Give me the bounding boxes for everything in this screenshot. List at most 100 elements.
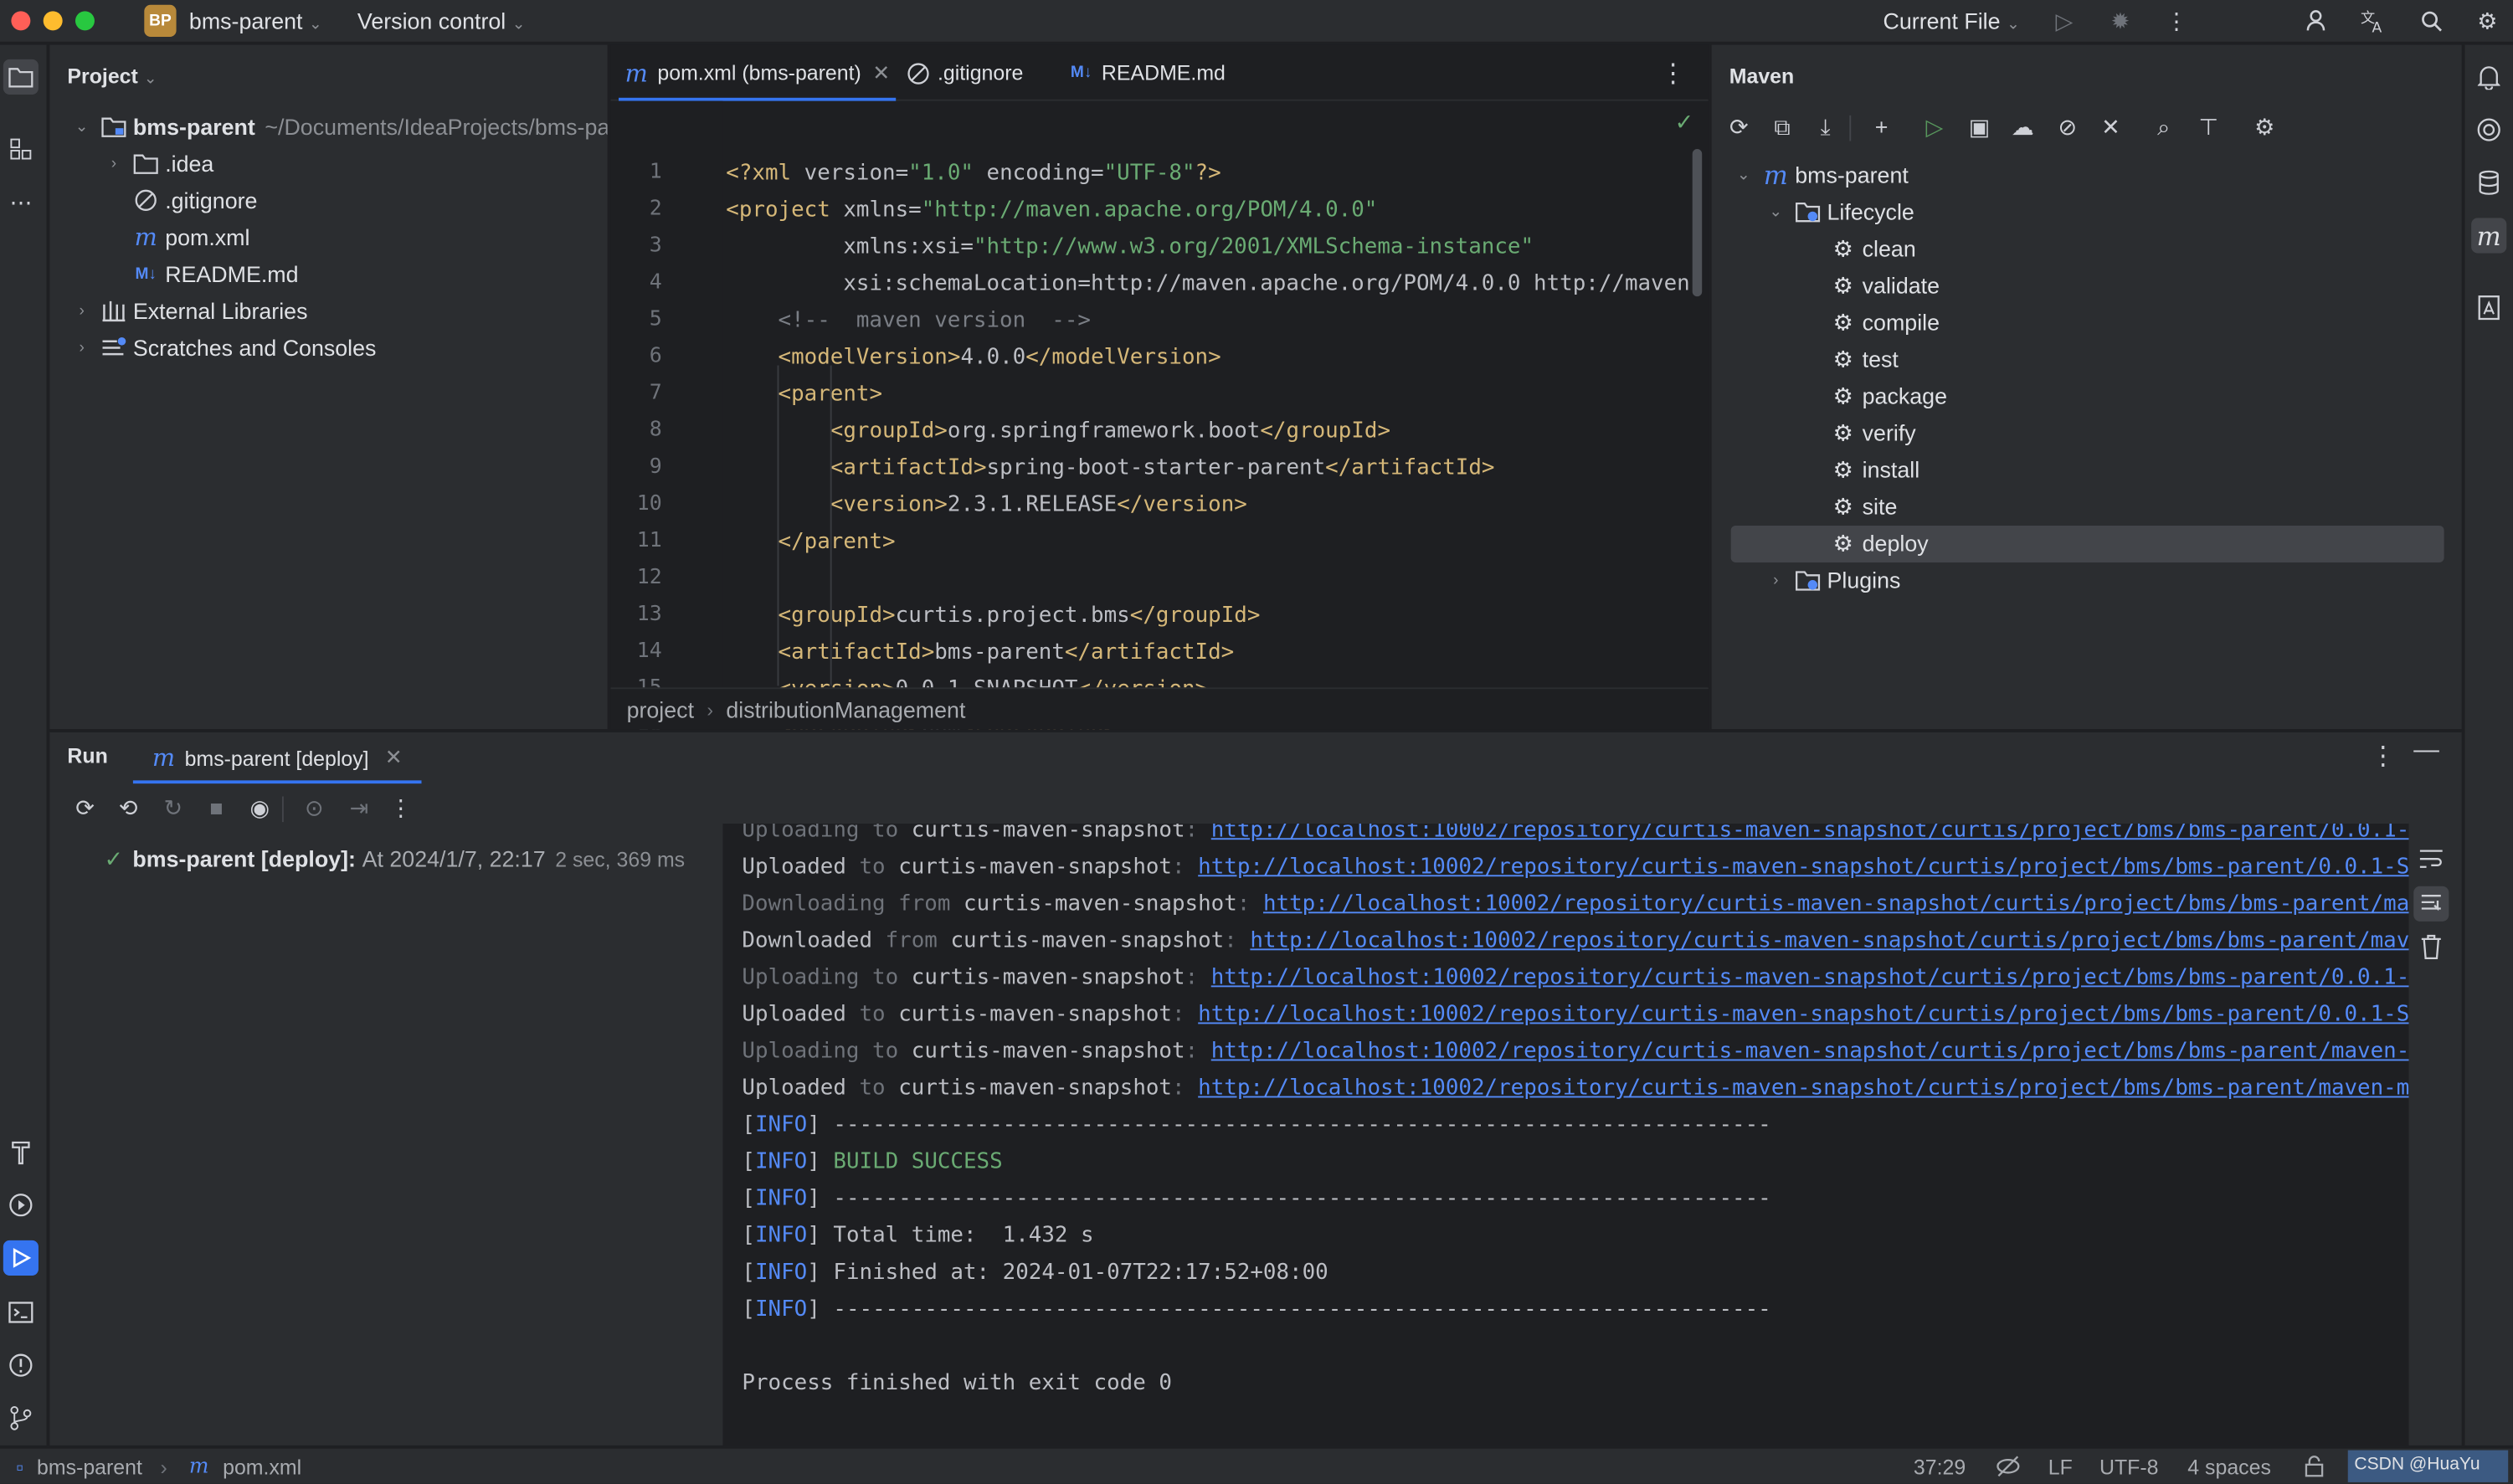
repository-link[interactable]: http://localhost:10002/repository/curtis…: [1250, 927, 2408, 953]
tree-item-pom-xml[interactable]: m pom.xml: [133, 219, 250, 254]
tree-item-idea[interactable]: › .idea: [104, 146, 214, 181]
hide-panel-icon[interactable]: —: [2413, 737, 2439, 766]
console-line[interactable]: Uploading to curtis-maven-snapshot: http…: [742, 1039, 2408, 1065]
tree-item-readme[interactable]: M↓ README.md: [133, 256, 298, 291]
goal-compile[interactable]: ⚙ compile: [1830, 305, 1940, 340]
code-line[interactable]: xsi:schemaLocation=http://maven.apache.o…: [726, 271, 1689, 297]
indent-setting[interactable]: 4 spaces: [2187, 1455, 2271, 1479]
code-line[interactable]: <groupId>curtis.project.bms</groupId>: [726, 603, 1261, 629]
goal-validate[interactable]: ⚙ validate: [1830, 268, 1940, 303]
more-actions-icon[interactable]: ⋮: [2162, 7, 2191, 35]
code-line[interactable]: <!-- maven version -->: [726, 308, 1090, 334]
rerun-icon[interactable]: ⟳: [69, 792, 100, 824]
clear-console-icon[interactable]: [2420, 934, 2443, 964]
tab-readme[interactable]: M↓ README.md: [1071, 45, 1226, 101]
console-exit-line[interactable]: Process finished with exit code 0: [742, 1370, 1172, 1396]
run-tool-icon[interactable]: [3, 1240, 39, 1276]
project-panel-title[interactable]: Project ⌄: [67, 64, 157, 89]
line-number[interactable]: 8: [650, 418, 662, 443]
run-icon[interactable]: ▷: [1917, 109, 1952, 144]
tree-item-scratches[interactable]: › Scratches and Consoles: [72, 330, 376, 365]
project-badge[interactable]: BP: [144, 4, 177, 38]
console-line[interactable]: Uploaded to curtis-maven-snapshot: http:…: [742, 1076, 2408, 1101]
translation-panel-icon[interactable]: [2471, 290, 2506, 326]
database-icon[interactable]: [2471, 165, 2506, 200]
more-icon[interactable]: ⋮: [384, 792, 416, 824]
build-tool-icon[interactable]: [3, 1134, 39, 1169]
stop-icon[interactable]: ■: [200, 792, 232, 824]
translate-icon[interactable]: 文A: [2359, 7, 2387, 35]
add-user-icon[interactable]: [2303, 7, 2331, 35]
project-selector[interactable]: bms-parent ⌄: [189, 8, 322, 34]
chevron-right-icon[interactable]: ›: [1766, 571, 1786, 590]
maven-tree-lifecycle[interactable]: ⌄ Lifecycle: [1766, 194, 1914, 229]
run-panel-options-icon[interactable]: ⋮: [2371, 740, 2397, 772]
goal-test[interactable]: ⚙ test: [1830, 341, 1899, 377]
console-line[interactable]: Downloaded from curtis-maven-snapshot: h…: [742, 927, 2408, 953]
status-file[interactable]: pom.xml: [223, 1455, 301, 1479]
code-line[interactable]: <parent>: [726, 382, 883, 408]
line-number[interactable]: 11: [637, 529, 662, 553]
code-line[interactable]: <artifactId>spring-boot-starter-parent</…: [726, 455, 1495, 481]
breadcrumb-item-distribution[interactable]: distributionManagement: [726, 696, 965, 722]
code-line[interactable]: </parent>: [726, 529, 896, 555]
goal-install[interactable]: ⚙ install: [1830, 452, 1920, 487]
console-line[interactable]: Uploading to curtis-maven-snapshot: http…: [742, 824, 2408, 843]
export-icon[interactable]: ⇥: [343, 792, 375, 824]
line-number[interactable]: 6: [650, 345, 662, 369]
console-info-line[interactable]: [INFO] ---------------------------------…: [742, 1112, 1770, 1138]
console-info-line[interactable]: [INFO] BUILD SUCCESS: [742, 1149, 1002, 1175]
structure-tool-icon[interactable]: [3, 131, 39, 167]
tree-item-gitignore[interactable]: .gitignore: [133, 182, 257, 218]
tab-pom-xml[interactable]: m pom.xml (bms-parent) ✕: [618, 45, 897, 101]
line-number[interactable]: 14: [637, 639, 662, 664]
console-info-line[interactable]: [INFO] ---------------------------------…: [742, 1186, 1770, 1212]
offline-icon[interactable]: ☁: [2005, 109, 2040, 144]
show-dependencies-icon[interactable]: ⊤: [2191, 109, 2226, 144]
code-line[interactable]: <groupId>org.springframework.boot</group…: [726, 418, 1390, 444]
scroll-to-end-icon[interactable]: [2413, 886, 2449, 922]
run-config-selector[interactable]: Current File ⌄: [1883, 8, 2021, 34]
console-info-line[interactable]: [INFO] Finished at: 2024-01-07T22:17:52+…: [742, 1260, 1328, 1286]
close-window-button[interactable]: [11, 11, 31, 31]
reimport-folder-icon[interactable]: ⧉: [1765, 109, 1800, 144]
debug-icon[interactable]: ✹: [2106, 7, 2135, 35]
goal-site[interactable]: ⚙ site: [1830, 489, 1898, 524]
terminal-tool-icon[interactable]: [3, 1295, 39, 1330]
reload-icon[interactable]: ⟳: [1721, 109, 1756, 144]
run-tree-item[interactable]: ✓ bms-parent [deploy]: At 2024/1/7, 22:1…: [104, 841, 685, 876]
goal-verify[interactable]: ⚙ verify: [1830, 415, 1916, 450]
analyze-icon[interactable]: ⌕: [2146, 109, 2182, 144]
tree-item-external-libraries[interactable]: › External Libraries: [72, 293, 307, 328]
line-number[interactable]: 1: [650, 160, 662, 184]
maven-tool-icon[interactable]: m: [2471, 218, 2507, 254]
console-line[interactable]: Uploaded to curtis-maven-snapshot: http:…: [742, 1002, 2408, 1028]
tab-gitignore[interactable]: .gitignore: [906, 45, 1023, 101]
download-icon[interactable]: ⤓: [1808, 109, 1843, 144]
settings-icon[interactable]: ⚙: [2247, 109, 2282, 144]
screenshot-icon[interactable]: ⊙: [298, 792, 330, 824]
run-icon[interactable]: ▷: [2050, 7, 2079, 35]
console-info-line[interactable]: [INFO] ---------------------------------…: [742, 1297, 1770, 1322]
settings-icon[interactable]: ⚙: [2473, 7, 2501, 35]
line-number[interactable]: 9: [650, 455, 662, 480]
goal-package[interactable]: ⚙ package: [1830, 378, 1947, 413]
version-control-menu[interactable]: Version control ⌄: [357, 8, 526, 34]
console-line[interactable]: Uploading to curtis-maven-snapshot: http…: [742, 965, 2408, 991]
console-line[interactable]: Downloading from curtis-maven-snapshot: …: [742, 891, 2408, 917]
tree-item-bms-parent[interactable]: ⌄ bms-parent ~/Documents/IdeaProjects/bm…: [72, 109, 608, 144]
close-tab-icon[interactable]: ✕: [385, 745, 403, 771]
rerun-failed-icon[interactable]: ⟲: [112, 792, 144, 824]
execute-goal-icon[interactable]: ▣: [1961, 109, 1997, 144]
chevron-down-icon[interactable]: ⌄: [72, 117, 91, 136]
line-number[interactable]: 12: [637, 566, 662, 590]
chevron-right-icon[interactable]: ›: [72, 338, 91, 357]
repository-link[interactable]: http://localhost:10002/repository/curtis…: [1198, 1076, 2408, 1101]
notifications-icon[interactable]: [2471, 59, 2506, 95]
breadcrumb-item-project[interactable]: project: [627, 696, 694, 722]
code-line[interactable]: <version>2.3.1.RELEASE</version>: [726, 492, 1247, 518]
line-number[interactable]: 13: [637, 603, 662, 627]
line-separator[interactable]: LF: [2048, 1455, 2073, 1479]
search-icon[interactable]: [2417, 7, 2445, 35]
repository-link[interactable]: http://localhost:10002/repository/curtis…: [1263, 891, 2409, 917]
